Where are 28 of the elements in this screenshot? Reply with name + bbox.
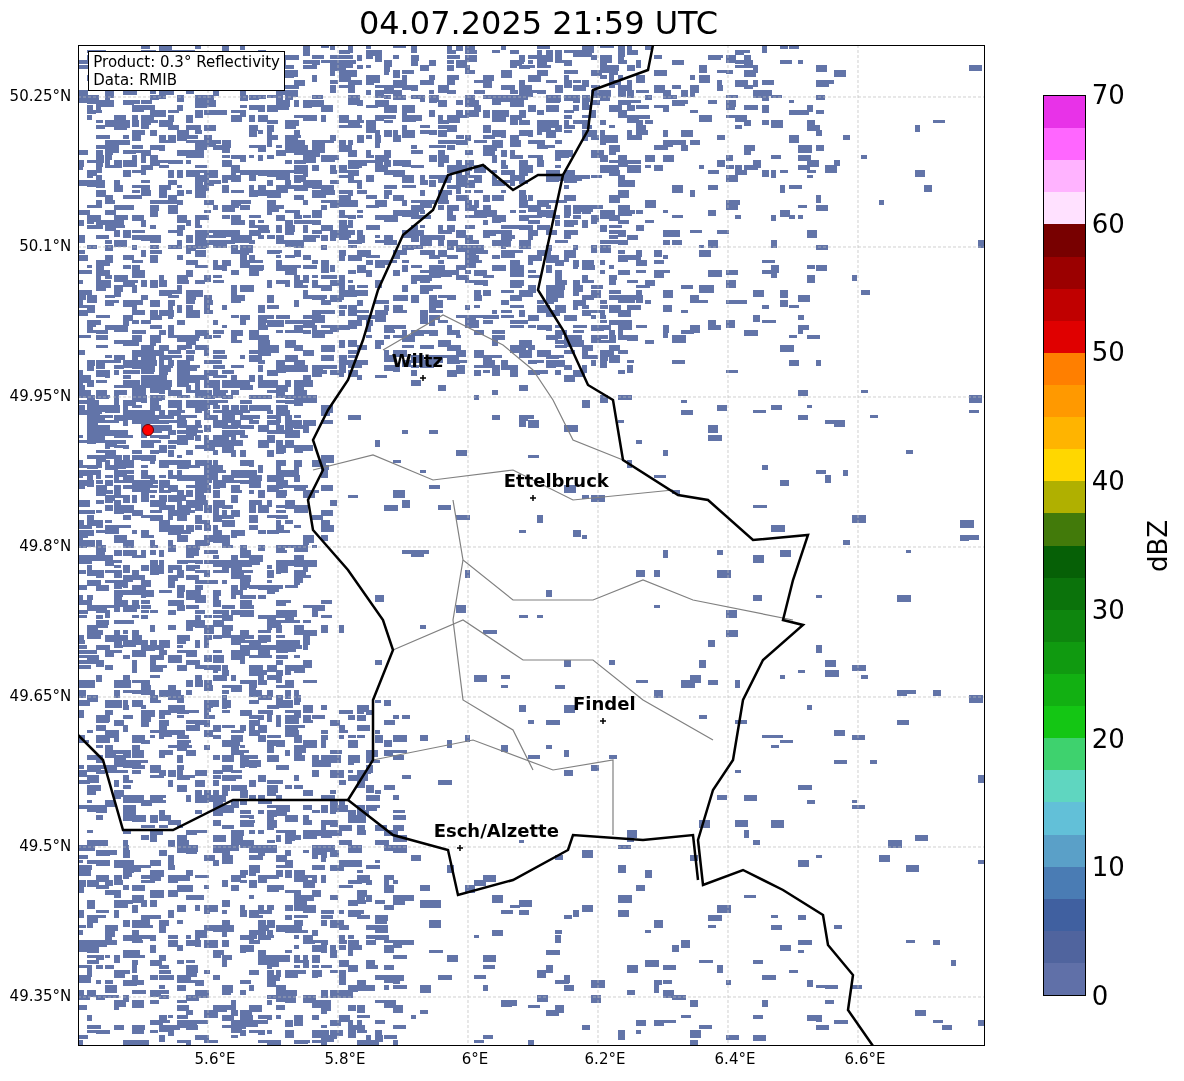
colorbar-tick-label: 70 bbox=[1091, 82, 1125, 108]
latitude-label: 49.65°N bbox=[9, 689, 72, 704]
latitude-label: 49.8°N bbox=[19, 539, 72, 554]
longitude-label: 5.8°E bbox=[324, 1052, 366, 1067]
latitude-label: 49.5°N bbox=[19, 839, 72, 854]
longitude-label: 6.2°E bbox=[584, 1052, 626, 1067]
info-text: Product: 0.3° Reflectivity bbox=[93, 53, 280, 71]
colorbar-label: dBZ bbox=[1144, 519, 1171, 572]
longitude-label: 5.6°E bbox=[194, 1052, 236, 1067]
city-label: Findel bbox=[573, 695, 636, 713]
colorbar-tick-label: 20 bbox=[1091, 725, 1125, 752]
latitude-label: 50.1°N bbox=[19, 239, 72, 254]
colorbar-tick-label: 50 bbox=[1091, 339, 1125, 366]
latitude-label: 49.95°N bbox=[9, 389, 72, 404]
colorbar-tick-label: 30 bbox=[1091, 596, 1125, 623]
longitude-label: 6.6°E bbox=[844, 1052, 886, 1067]
chart-title: 04.07.2025 21:59 UTC bbox=[358, 6, 719, 39]
colorbar-tick-label: 40 bbox=[1091, 468, 1125, 495]
colorbar-tick-label: 10 bbox=[1091, 854, 1125, 881]
colorbar-tick-label: 0 bbox=[1091, 983, 1109, 1009]
longitude-label: 6.4°E bbox=[714, 1052, 756, 1067]
latitude-label: 49.35°N bbox=[9, 989, 72, 1004]
longitude-label: 6°E bbox=[461, 1052, 489, 1067]
colorbar-tick-label: 60 bbox=[1091, 210, 1125, 237]
city-label: Esch/Alzette bbox=[433, 822, 559, 840]
latitude-label: 50.25°N bbox=[9, 89, 72, 104]
city-label: Ettelbruck bbox=[503, 472, 609, 490]
info-text: Data: RMIB bbox=[93, 71, 178, 89]
